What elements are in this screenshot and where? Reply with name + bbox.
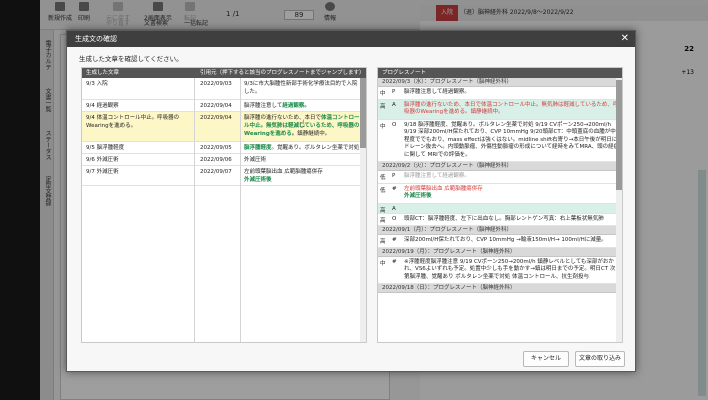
dialog-subtitle: 生成した文章を確認してください。: [79, 55, 183, 63]
column-source: 引用元（押下すると該当のプログレスノートまでジャンプします）: [200, 70, 365, 76]
column-divider: [194, 78, 195, 342]
progress-day-header[interactable]: 2022/09/2（火）：プログレスノート（脳神経外科）: [378, 162, 622, 171]
progress-day-header[interactable]: 2022/09/1（月）：プログレスノート（脳神経外科）: [378, 226, 622, 235]
table-header: 生成した文章 引用元（押下すると該当のプログレスノートまでジャンプします）: [82, 68, 366, 78]
import-text-button[interactable]: 文章の取り込み: [575, 351, 625, 367]
table-row[interactable]: 9/6 外減圧術 2022/09/06 外減圧術: [82, 154, 366, 166]
generated-text-dialog: 生成文の確認 ✕ 生成した文章を確認してください。 生成した文章 引用元（押下す…: [66, 30, 636, 372]
progress-entry: 高 # 深部200ml/H保たれており、CVP 10mmHg →輸液150ml/H…: [378, 235, 622, 248]
table-scrollbar-thumb[interactable]: [360, 78, 366, 148]
table-row[interactable]: 9/4 経過観察 2022/09/04 脳浮腫注意して経過観察。: [82, 100, 366, 112]
progress-entry: 中P 脳浮腫注意して経過観察。: [378, 87, 622, 100]
close-icon[interactable]: ✕: [621, 31, 629, 47]
progress-note-title: プログレスノート: [378, 68, 622, 78]
progress-day-header[interactable]: 2022/09/19（月）：プログレスノート（脳神経外科）: [378, 247, 622, 257]
progress-entry-highlighted: 高A: [378, 203, 622, 214]
cancel-button[interactable]: キャンセル: [523, 351, 569, 367]
mouse-cursor-icon: ☝: [299, 119, 306, 130]
progress-entry: 高O 頭部CT：脳浮腫軽度、左下に出血なし。胸部レントゲン写真：右上葉板状無気肺: [378, 214, 622, 226]
progress-entry: 中O 9/18 脳浮腫軽度、覚醒あり。ボルタレン坐薬で対処 9/19 CVポーン…: [378, 120, 622, 162]
progress-entry: 中 # ※浮腫軽度脳浮腫注意 9/19 CVポーン250→200ml/h 鎮静レベ…: [378, 257, 622, 284]
dialog-title: 生成文の確認: [75, 35, 117, 43]
table-row[interactable]: 9/3 入院 2022/09/03 9/3に市大脳腫性新部手術化学療法目的で入院…: [82, 78, 366, 100]
progress-day-header[interactable]: 2022/09/18（日）：プログレスノート（脳神経外科）: [378, 284, 622, 293]
progress-entry: 低 # 左前頭葉脳出血 広範脳腫瘍併存 外減圧術後: [378, 184, 622, 204]
table-row-selected[interactable]: 9/4 体温コントロール中止。呼吸器のWearingを進める。 2022/09/…: [82, 112, 366, 142]
table-row[interactable]: 9/5 脳浮腫軽度 2022/09/05 脳浮腫軽度。覚醒あり。ボルタレン坐薬で…: [82, 142, 366, 154]
progress-day-header[interactable]: 2022/09/3（水）：プログレスノート（脳神経外科）: [378, 78, 622, 87]
table-row[interactable]: 9/7 外減圧術 2022/09/07 左前頭葉脳出血 広範脳腫瘍併存 外減圧術後: [82, 166, 366, 186]
generated-text-table: 生成した文章 引用元（押下すると該当のプログレスノートまでジャンプします） 9/…: [81, 67, 367, 343]
progress-note-panel: プログレスノート 2022/09/3（水）：プログレスノート（脳神経外科） 中P…: [377, 67, 623, 343]
progress-entry-highlighted: 高A 脳浮腫の進行ないため、本日で体温コントロール中止。無気肺は軽減しているため…: [378, 99, 622, 120]
column-divider: [240, 78, 241, 342]
progress-entry: 低P 脳浮腫注意して経過観察。: [378, 171, 622, 184]
dialog-title-bar: 生成文の確認 ✕: [67, 31, 635, 47]
column-generated: 生成した文章: [86, 70, 120, 76]
progress-scrollbar-thumb[interactable]: [616, 80, 622, 190]
